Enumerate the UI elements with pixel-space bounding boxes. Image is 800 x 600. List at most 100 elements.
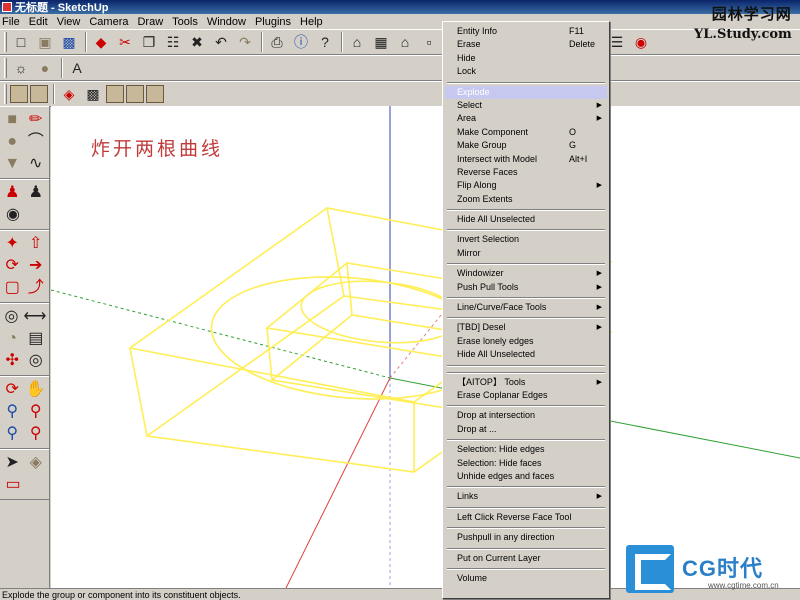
menu-item-entity-info[interactable]: Entity Info F11 bbox=[445, 25, 607, 38]
menu-view[interactable]: View bbox=[57, 16, 81, 28]
offset-icon[interactable]: ⤴ bbox=[26, 277, 47, 299]
menu-item-volume[interactable]: Volume bbox=[445, 572, 607, 585]
help-icon[interactable]: ? bbox=[314, 31, 336, 53]
menu-item-area[interactable]: Area ▶ bbox=[445, 112, 607, 125]
menu-item-unhide-edges-and-faces[interactable]: Unhide edges and faces bbox=[445, 470, 607, 483]
menu-item-hide-all-unselected[interactable]: Hide All Unselected bbox=[445, 213, 607, 226]
menu-item-erase[interactable]: Erase Delete bbox=[445, 38, 607, 51]
model-info-icon[interactable]: ⓘ bbox=[290, 31, 312, 53]
scale-icon[interactable]: ▢ bbox=[2, 277, 23, 299]
axes-icon[interactable]: ✣ bbox=[2, 350, 23, 372]
label-text-icon[interactable]: ▤ bbox=[26, 328, 47, 350]
circle-icon[interactable]: ● bbox=[2, 131, 23, 153]
menu-item-erase-lonely-edges[interactable]: Erase lonely edges bbox=[445, 335, 607, 348]
menu-edit[interactable]: Edit bbox=[29, 16, 48, 28]
zoom-extents-icon[interactable]: ⚲ bbox=[2, 423, 23, 445]
menu-item-flip-along[interactable]: Flip Along ▶ bbox=[445, 179, 607, 192]
menu-item-drop-at[interactable]: Drop at ... bbox=[445, 423, 607, 436]
menu-item-make-group[interactable]: Make Group G bbox=[445, 139, 607, 152]
orbit-icon[interactable]: ⟳ bbox=[2, 379, 23, 401]
toolbar-grip[interactable] bbox=[4, 84, 7, 104]
pan-icon[interactable]: ✋ bbox=[26, 379, 47, 401]
menu-item-push-pull-tools[interactable]: Push Pull Tools ▶ bbox=[445, 281, 607, 294]
face-style-icon[interactable] bbox=[106, 85, 124, 103]
iso-view-icon[interactable]: ⌂ bbox=[346, 31, 368, 53]
menu-item-line-curve-face-tools[interactable]: Line/Curve/Face Tools ▶ bbox=[445, 301, 607, 314]
menu-item-select[interactable]: Select ▶ bbox=[445, 99, 607, 112]
menu-item-mirror[interactable]: Mirror bbox=[445, 247, 607, 260]
3d-text-icon[interactable]: ◎ bbox=[26, 350, 47, 372]
hidden-line-icon[interactable] bbox=[146, 85, 164, 103]
move-icon[interactable]: ✦ bbox=[2, 233, 23, 255]
menu-window[interactable]: Window bbox=[207, 16, 246, 28]
menu-item-aitop-tools[interactable]: 【AITOP】 Tools ▶ bbox=[445, 376, 607, 389]
paint-icon[interactable]: ◈ bbox=[26, 452, 47, 474]
menu-help[interactable]: Help bbox=[300, 16, 323, 28]
follow-me-icon[interactable]: ➔ bbox=[26, 255, 47, 277]
right-view-icon[interactable]: ▫ bbox=[418, 31, 440, 53]
menu-item-hide-all-unselected[interactable]: Hide All Unselected bbox=[445, 348, 607, 361]
menu-item-invert-selection[interactable]: Invert Selection bbox=[445, 233, 607, 246]
make-component-icon[interactable]: ◆ bbox=[90, 31, 112, 53]
zoom-window-icon[interactable]: ⚲ bbox=[26, 401, 47, 423]
camera-icon[interactable]: ☼ bbox=[10, 57, 32, 79]
cut-icon[interactable]: ✂ bbox=[114, 31, 136, 53]
menu-item-reverse-faces[interactable]: Reverse Faces bbox=[445, 166, 607, 179]
print-icon[interactable]: ⎙ bbox=[266, 31, 288, 53]
menu-item-lock[interactable]: Lock bbox=[445, 65, 607, 78]
menu-item-make-component[interactable]: Make Component O bbox=[445, 126, 607, 139]
menu-item-hide[interactable]: Hide bbox=[445, 52, 607, 65]
shadow-icon[interactable]: ● bbox=[34, 57, 56, 79]
shaded-style-icon[interactable] bbox=[10, 85, 28, 103]
select-arrow-icon[interactable]: ➤ bbox=[2, 452, 23, 474]
erase-icon[interactable]: ✖ bbox=[186, 31, 208, 53]
menu-plugins[interactable]: Plugins bbox=[255, 16, 291, 28]
paste-icon[interactable]: ☷ bbox=[162, 31, 184, 53]
materials-icon[interactable]: ◉ bbox=[630, 31, 652, 53]
menu-item-windowizer[interactable]: Windowizer ▶ bbox=[445, 267, 607, 280]
walk-icon[interactable]: ♟ bbox=[26, 182, 47, 204]
front-view-icon[interactable]: ⌂ bbox=[394, 31, 416, 53]
textured-style-icon[interactable] bbox=[30, 85, 48, 103]
dimension-icon[interactable]: ⟷ bbox=[24, 306, 47, 328]
rectangle-icon[interactable]: ■ bbox=[2, 109, 23, 131]
freehand-icon[interactable]: ∿ bbox=[26, 153, 47, 175]
polygon-icon[interactable]: ▼ bbox=[2, 153, 23, 175]
protractor-icon[interactable]: ◔ bbox=[2, 328, 23, 350]
menu-item-left-click-reverse-face-tool[interactable]: Left Click Reverse Face Tool bbox=[445, 511, 607, 524]
eraser-icon[interactable]: ▭ bbox=[2, 474, 24, 496]
rotate-icon[interactable]: ⟳ bbox=[2, 255, 23, 277]
toolbar-grip[interactable] bbox=[4, 32, 7, 52]
menu-item-selection-hide-edges[interactable]: Selection: Hide edges bbox=[445, 443, 607, 456]
open-folder-icon[interactable]: ▣ bbox=[34, 31, 56, 53]
menu-file[interactable]: File bbox=[2, 16, 20, 28]
toolbar-grip[interactable] bbox=[4, 58, 7, 78]
copy-icon[interactable]: ❐ bbox=[138, 31, 160, 53]
menu-item-drop-at-intersection[interactable]: Drop at intersection bbox=[445, 409, 607, 422]
previous-view-icon[interactable]: ⚲ bbox=[26, 423, 47, 445]
zoom-icon[interactable]: ⚲ bbox=[2, 401, 23, 423]
push-pull-icon[interactable]: ⇧ bbox=[26, 233, 47, 255]
paint-bucket-icon[interactable]: ◈ bbox=[58, 83, 80, 105]
text-icon[interactable]: A bbox=[66, 57, 88, 79]
pencil-icon[interactable]: ✏ bbox=[26, 109, 47, 131]
look-around-icon[interactable]: ◉ bbox=[2, 204, 24, 226]
menu-item-intersect-with-model[interactable]: Intersect with Model Alt+I bbox=[445, 153, 607, 166]
component-browser-icon[interactable]: ▩ bbox=[82, 83, 104, 105]
arc-icon[interactable]: ⌒ bbox=[26, 131, 47, 153]
menu-draw[interactable]: Draw bbox=[137, 16, 163, 28]
new-file-icon[interactable]: □ bbox=[10, 31, 32, 53]
menu-item-zoom-extents[interactable]: Zoom Extents bbox=[445, 193, 607, 206]
position-camera-icon[interactable]: ♟ bbox=[2, 182, 23, 204]
menu-item-links[interactable]: Links ▶ bbox=[445, 490, 607, 503]
menu-item-explode[interactable]: Explode bbox=[445, 85, 607, 99]
top-view-icon[interactable]: ▦ bbox=[370, 31, 392, 53]
menu-tools[interactable]: Tools bbox=[172, 16, 198, 28]
menu-item-put-on-current-layer[interactable]: Put on Current Layer bbox=[445, 552, 607, 565]
save-icon[interactable]: ▩ bbox=[58, 31, 80, 53]
menu-item-pushpull-in-any-direction[interactable]: Pushpull in any direction bbox=[445, 531, 607, 544]
menu-item-erase-coplanar-edges[interactable]: Erase Coplanar Edges bbox=[445, 389, 607, 402]
drawing-canvas[interactable]: 炸开两根曲线 bbox=[51, 106, 800, 588]
undo-icon[interactable]: ↶ bbox=[210, 31, 232, 53]
menu-item-tbd-desel[interactable]: [TBD] Desel ▶ bbox=[445, 321, 607, 334]
